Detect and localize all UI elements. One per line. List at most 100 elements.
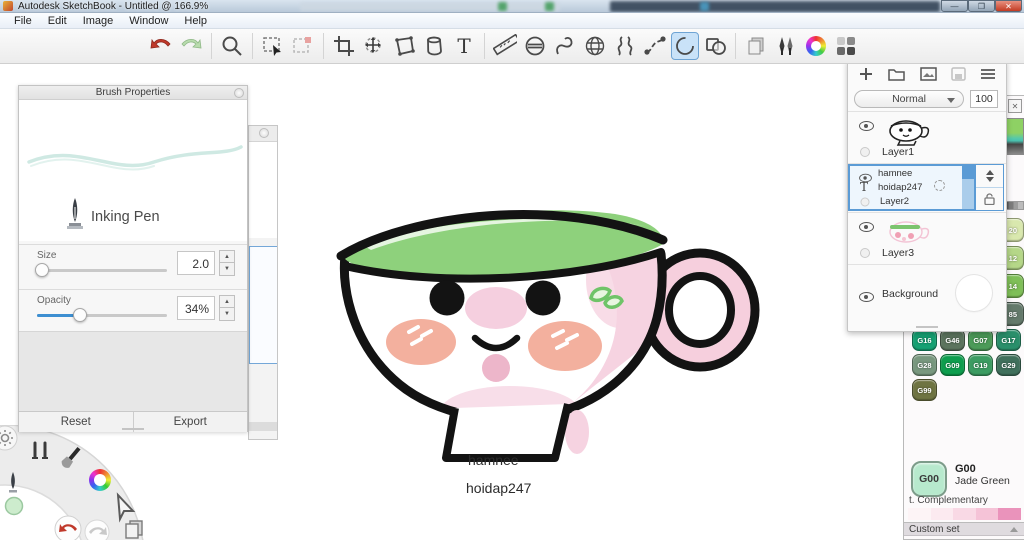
menu-edit[interactable]: Edit <box>40 15 75 27</box>
perspective-icon[interactable] <box>581 32 609 60</box>
shapes-icon[interactable] <box>701 32 729 60</box>
select-icon[interactable] <box>259 32 287 60</box>
zoom-icon[interactable] <box>218 32 246 60</box>
reset-button[interactable]: Reset <box>19 412 134 432</box>
panel-close-icon[interactable] <box>259 128 269 138</box>
size-slider[interactable] <box>35 263 167 277</box>
undo-icon[interactable] <box>147 32 175 60</box>
layer-row-layer2-selected[interactable]: hamnee T hoidap247 Layer2 <box>848 163 1006 212</box>
layer-name: Layer3 <box>882 247 915 259</box>
add-layer-icon[interactable] <box>858 66 874 82</box>
text-selection-dashed-icon <box>934 180 945 191</box>
menu-window[interactable]: Window <box>121 15 176 27</box>
layer-row-layer1[interactable]: Layer1 <box>848 111 1006 163</box>
brush-library-icon[interactable] <box>772 32 800 60</box>
transform-icon[interactable] <box>360 32 388 60</box>
color-swatches-icon[interactable] <box>832 32 860 60</box>
background-color-thumbnail[interactable] <box>956 275 992 311</box>
color-wheel-icon[interactable] <box>89 469 111 491</box>
layer-color-radio[interactable] <box>860 197 870 207</box>
visibility-eye-icon[interactable] <box>859 222 874 232</box>
complementary-color-cell[interactable] <box>908 508 931 520</box>
opacity-value[interactable]: 34% <box>177 296 215 320</box>
opacity-slider[interactable] <box>37 308 167 322</box>
opacity-stepper[interactable]: ▲ ▼ <box>219 295 235 321</box>
ellipse-guide-icon[interactable] <box>521 32 549 60</box>
close-icon[interactable]: ✕ <box>1008 99 1022 113</box>
french-curve-icon[interactable] <box>551 32 579 60</box>
complementary-label: t. Complementary <box>909 495 988 506</box>
visibility-eye-icon[interactable] <box>859 292 874 302</box>
predictive-stroke-icon[interactable] <box>641 32 669 60</box>
canvas-drawing-teacup <box>336 210 760 462</box>
crop-icon[interactable] <box>330 32 358 60</box>
size-stepper[interactable]: ▲ ▼ <box>219 250 235 276</box>
duplicate-icon[interactable] <box>742 32 770 60</box>
maximize-button[interactable]: ❐ <box>968 0 995 12</box>
layer-lock-icon[interactable] <box>976 188 1003 210</box>
canvas-text-hamnee: hamnee <box>468 452 519 468</box>
color-swatch-G17[interactable]: G17 <box>996 329 1021 351</box>
import-image-icon[interactable] <box>919 67 937 81</box>
layer-menu-icon[interactable] <box>980 68 996 80</box>
layers-panel: Normal 100 Layer1 hamnee T hoidap247 Lay… <box>847 60 1007 332</box>
color-swatch-G09[interactable]: G09 <box>940 354 965 376</box>
layer-scrollbar[interactable] <box>962 166 974 209</box>
color-wheel-icon[interactable] <box>802 32 830 60</box>
size-slider-thumb[interactable] <box>35 263 50 277</box>
steady-ellipse-icon[interactable] <box>671 32 699 60</box>
custom-set-bar[interactable]: Custom set <box>904 522 1024 536</box>
current-color-name: Jade Green <box>955 475 1010 487</box>
blend-mode-select[interactable]: Normal <box>854 90 964 108</box>
color-swatch-G19[interactable]: G19 <box>968 354 993 376</box>
menu-file[interactable]: File <box>6 15 40 27</box>
layer1-thumbnail <box>889 120 930 146</box>
current-color-code: G00 <box>955 463 976 475</box>
minimize-button[interactable]: — <box>941 0 968 12</box>
ruler-icon[interactable] <box>491 32 519 60</box>
size-value[interactable]: 2.0 <box>177 251 215 275</box>
current-color-dot[interactable] <box>4 496 24 516</box>
menu-image[interactable]: Image <box>75 15 122 27</box>
brush-panel-empty-area <box>19 331 247 411</box>
app-icon <box>3 1 13 11</box>
layer-row-layer3[interactable]: Layer3 <box>848 212 1006 264</box>
collapse-triangle-icon <box>1010 527 1018 532</box>
selected-brush-slot[interactable] <box>249 246 277 364</box>
save-layer-icon[interactable] <box>951 67 966 81</box>
complementary-color-cell[interactable] <box>998 508 1021 520</box>
current-color-swatch[interactable]: G00 <box>911 461 947 497</box>
brush-library-panel-edge <box>248 125 278 440</box>
layer-color-radio[interactable] <box>860 147 870 157</box>
color-swatch-G16[interactable]: G16 <box>912 329 937 351</box>
complementary-color-cell[interactable] <box>953 508 976 520</box>
color-swatch-G99[interactable]: G99 <box>912 379 937 401</box>
inking-pen-icon <box>67 198 83 229</box>
blend-mode-value: Normal <box>892 93 926 105</box>
menu-help[interactable]: Help <box>176 15 215 27</box>
export-button[interactable]: Export <box>134 412 248 432</box>
color-swatch-G46[interactable]: G46 <box>940 329 965 351</box>
layer-group-icon[interactable] <box>888 67 905 82</box>
panel-close-icon[interactable] <box>234 88 244 98</box>
complementary-color-cell[interactable] <box>930 508 954 520</box>
layer-row-background[interactable]: Background <box>848 264 1006 324</box>
complementary-color-cell[interactable] <box>975 508 999 520</box>
visibility-eye-icon[interactable] <box>859 121 874 131</box>
title-bar: Autodesk SketchBook - Untitled @ 166.9% … <box>0 0 1024 13</box>
color-swatch-G29[interactable]: G29 <box>996 354 1021 376</box>
redo-icon[interactable] <box>177 32 205 60</box>
fill-icon[interactable] <box>420 32 448 60</box>
close-button[interactable]: ✕ <box>995 0 1022 12</box>
layer-color-radio[interactable] <box>860 248 870 258</box>
text-icon[interactable]: T <box>450 32 478 60</box>
panel-resize-handle[interactable] <box>916 326 938 328</box>
color-swatch-G07[interactable]: G07 <box>968 329 993 351</box>
deselect-icon[interactable] <box>289 32 317 60</box>
layer-opacity-input[interactable]: 100 <box>970 90 998 108</box>
opacity-slider-thumb[interactable] <box>72 308 87 322</box>
symmetry-icon[interactable] <box>611 32 639 60</box>
distort-icon[interactable] <box>390 32 418 60</box>
layer-reorder-handle[interactable] <box>976 165 1003 188</box>
color-swatch-G28[interactable]: G28 <box>912 354 937 376</box>
